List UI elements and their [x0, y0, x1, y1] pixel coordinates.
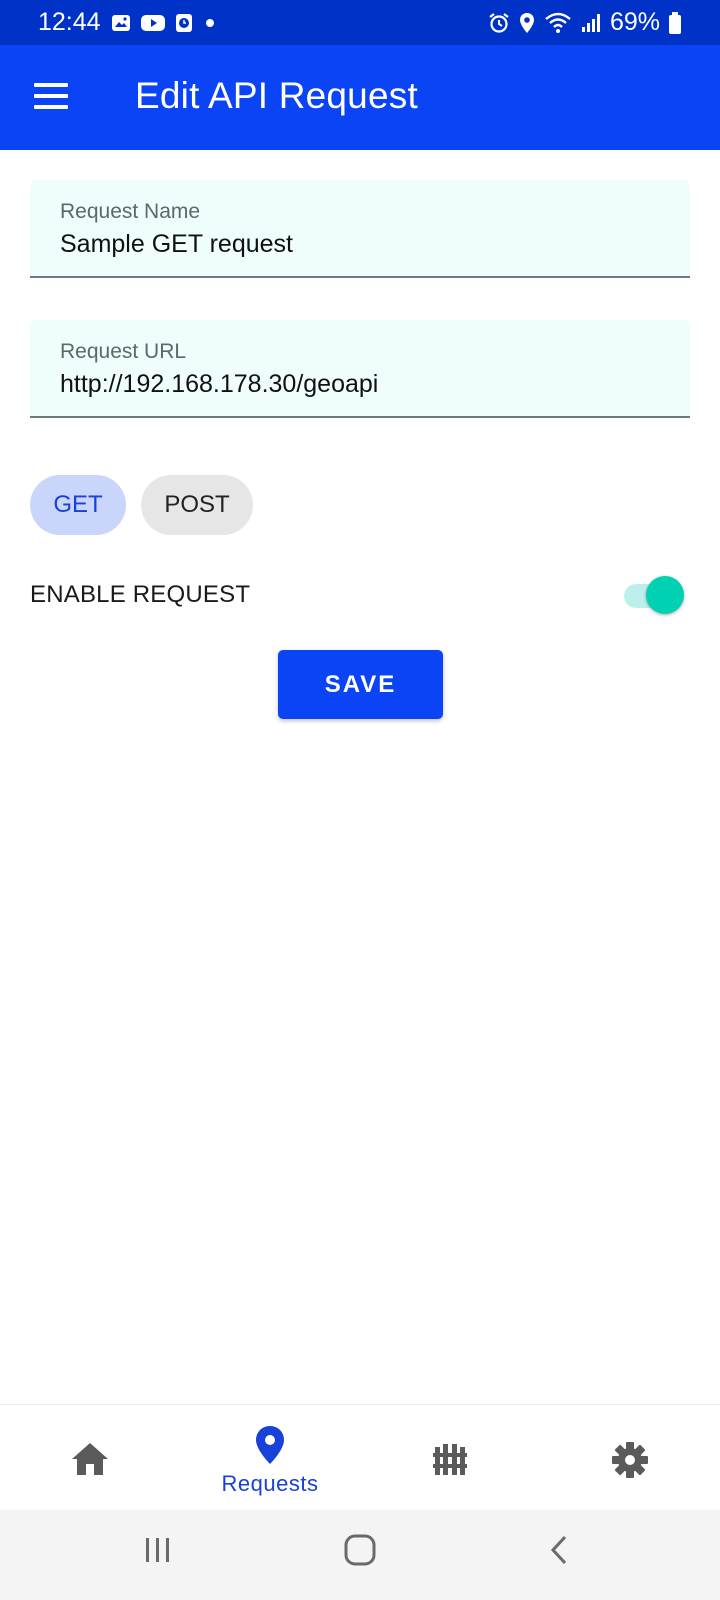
nav-item-requests[interactable]: Requests	[180, 1405, 360, 1511]
nav-item-home[interactable]	[0, 1405, 180, 1511]
page-title: Edit API Request	[135, 75, 418, 116]
nav-label-requests: Requests	[221, 1471, 319, 1496]
alarm-icon	[488, 12, 510, 34]
clock-app-icon	[175, 13, 193, 33]
signal-icon	[580, 12, 602, 34]
request-url-input[interactable]: http://192.168.178.30/geoapi	[60, 370, 378, 399]
home-circle-icon	[344, 1534, 376, 1566]
request-url-label: Request URL	[60, 340, 187, 363]
home-button[interactable]	[330, 1530, 390, 1580]
request-name-input[interactable]: Sample GET request	[60, 230, 293, 259]
enable-request-toggle[interactable]	[622, 576, 684, 616]
fence-icon	[433, 1444, 467, 1475]
hamburger-menu-icon[interactable]	[32, 81, 72, 113]
youtube-icon	[140, 14, 165, 32]
battery-icon	[668, 11, 682, 35]
method-chip-post[interactable]: POST	[141, 475, 253, 535]
gear-icon	[612, 1442, 648, 1478]
request-name-label: Request Name	[60, 200, 201, 223]
method-chip-get[interactable]: GET	[30, 475, 126, 535]
wifi-icon	[544, 12, 572, 34]
home-icon	[72, 1443, 108, 1475]
recents-icon	[146, 1538, 169, 1562]
request-name-field[interactable]: Request Name Sample GET request	[30, 180, 690, 278]
toggle-thumb	[646, 576, 684, 614]
back-chevron-icon	[550, 1535, 567, 1565]
enable-request-label: ENABLE REQUEST	[30, 581, 251, 608]
save-button[interactable]: SAVE	[278, 650, 443, 719]
dot-icon	[203, 16, 217, 30]
recents-button[interactable]	[128, 1530, 188, 1580]
system-nav-bar	[0, 1510, 720, 1600]
location-icon	[518, 12, 536, 34]
app-bar: Edit API Request	[0, 45, 720, 150]
status-bar: 12:44 69%	[0, 0, 720, 45]
request-url-field[interactable]: Request URL http://192.168.178.30/geoapi	[30, 320, 690, 418]
status-right: 69%	[488, 8, 682, 37]
nav-item-fence[interactable]	[360, 1405, 540, 1511]
status-time: 12:44	[38, 8, 101, 36]
location-pin-icon	[256, 1426, 284, 1464]
status-left: 12:44	[38, 8, 217, 37]
bottom-nav: Requests	[0, 1404, 720, 1511]
gallery-icon	[111, 14, 131, 32]
nav-item-settings[interactable]	[540, 1405, 720, 1511]
battery-percent: 69%	[609, 8, 660, 36]
back-button[interactable]	[530, 1530, 590, 1580]
